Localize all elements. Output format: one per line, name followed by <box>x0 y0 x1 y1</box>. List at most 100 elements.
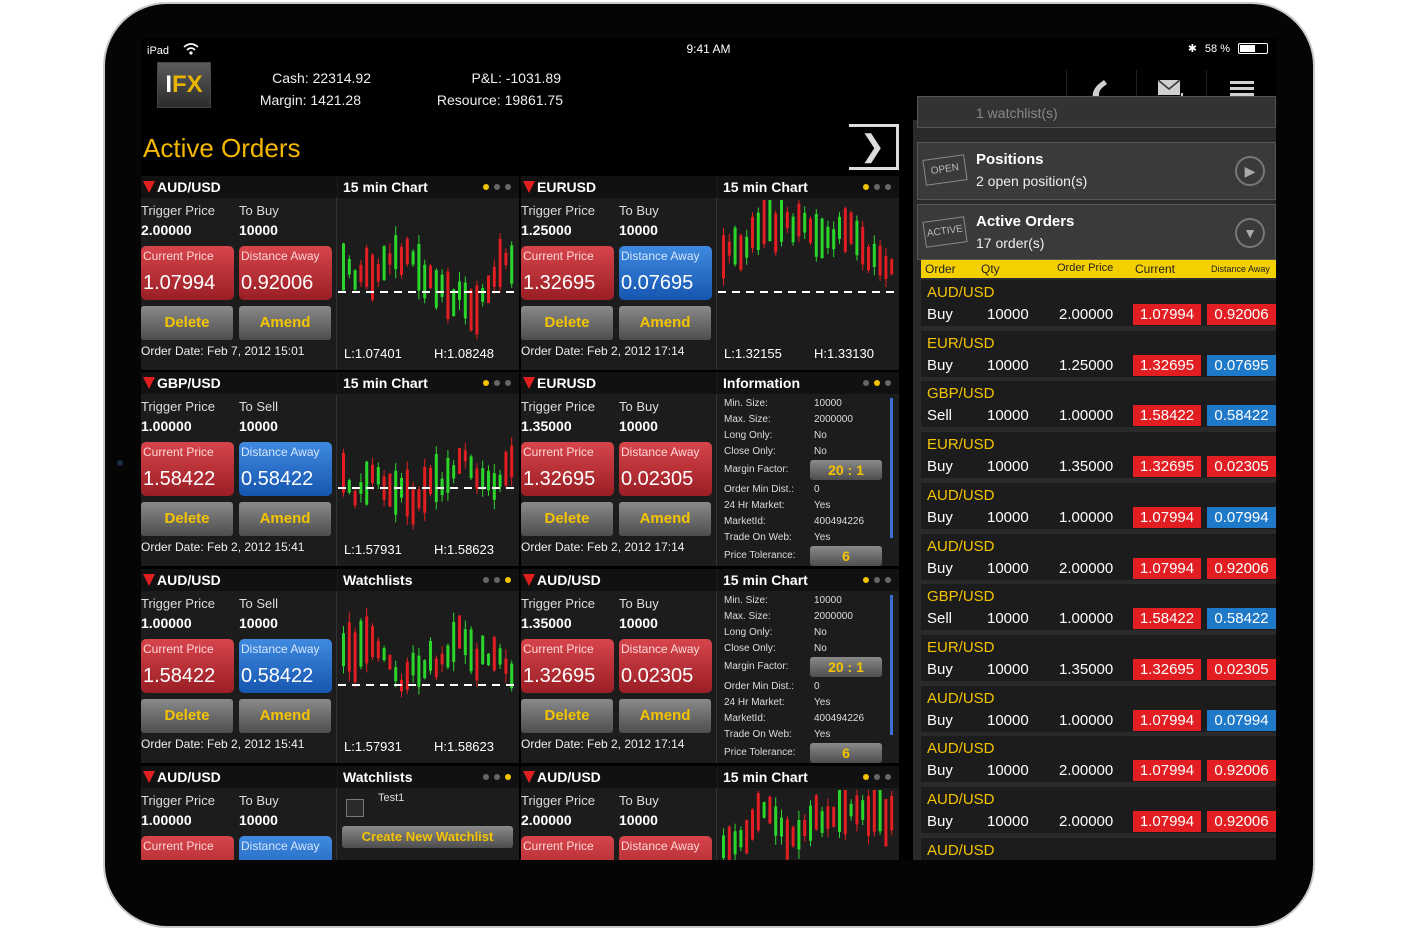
candle-body <box>492 637 496 671</box>
candlestick-chart[interactable] <box>338 593 519 741</box>
candle-body <box>469 629 473 672</box>
margin-factor-value[interactable]: 20 : 1 <box>810 657 882 677</box>
order-row[interactable]: EUR/USD Buy 10000 1.35000 1.32695 0.0230… <box>921 432 1276 481</box>
candle-body <box>814 795 818 830</box>
info-key: Order Min Dist.: <box>724 681 795 692</box>
candle-body <box>849 803 853 817</box>
order-row[interactable]: AUD/USD Buy 10000 2.00000 1.07994 0.9200… <box>921 787 1276 835</box>
trigger-value: 1.35000 <box>521 615 572 631</box>
info-row: Order Min Dist.: 0 <box>724 681 820 692</box>
scrollbar[interactable] <box>890 595 893 735</box>
candle-body <box>469 456 473 478</box>
margin-factor-value[interactable]: 20 : 1 <box>810 460 882 480</box>
order-row[interactable]: AUD/USD Buy 10000 2.00000 1.07994 0.9200… <box>921 533 1276 582</box>
order-row[interactable]: EUR/USD Buy 10000 1.35000 1.32695 0.0230… <box>921 634 1276 683</box>
amend-button[interactable]: Amend <box>239 699 331 733</box>
page-indicator[interactable] <box>483 774 511 780</box>
page-dot <box>885 774 891 780</box>
candle-body <box>510 245 514 284</box>
candlestick-chart[interactable] <box>718 200 899 348</box>
delete-button[interactable]: Delete <box>141 306 233 340</box>
order-row[interactable]: AUD/USD Buy 10000 2.00000 1.07994 0.9200… <box>921 736 1276 785</box>
battery-icon <box>1238 43 1268 54</box>
page-indicator[interactable] <box>863 380 891 386</box>
order-row[interactable]: AUD/USD <box>921 837 1276 860</box>
scrollbar[interactable] <box>890 398 893 538</box>
watchlist-checkbox[interactable] <box>346 799 364 817</box>
collapse-panel-button[interactable]: ❯ <box>849 124 899 170</box>
delete-button[interactable]: Delete <box>521 502 613 536</box>
chart-low: L:1.57931 <box>344 739 402 754</box>
amend-button[interactable]: Amend <box>619 699 711 733</box>
trigger-label: Trigger Price <box>521 793 595 808</box>
candle-body <box>417 655 421 687</box>
card-pair: AUD/USD <box>141 766 337 788</box>
current-price-value: 1.32695 <box>523 468 596 490</box>
positions-section[interactable]: OPEN Positions 2 open position(s) ▶ <box>917 142 1276 200</box>
candle-body <box>510 445 514 478</box>
bluetooth-icon: ✱ <box>1187 43 1197 55</box>
candle-body <box>353 270 357 290</box>
order-row[interactable]: AUD/USD Buy 10000 1.00000 1.07994 0.0799… <box>921 685 1276 734</box>
distance-away-label: Distance Away <box>241 642 320 656</box>
page-indicator[interactable] <box>483 577 511 583</box>
amend-button[interactable]: Amend <box>619 306 711 340</box>
candle-body <box>388 473 392 507</box>
page-indicator[interactable] <box>863 577 891 583</box>
order-distance: 0.92006 <box>1207 304 1276 325</box>
chart-low: L:1.57931 <box>344 542 402 557</box>
clock: 9:41 AM <box>686 42 731 56</box>
card-pair: AUD/USD <box>141 569 337 591</box>
order-pair: GBP/USD <box>927 588 995 606</box>
page-dot <box>505 774 511 780</box>
page-dot <box>494 184 500 190</box>
distance-away-label: Distance Away <box>241 445 320 459</box>
amend-button[interactable]: Amend <box>239 306 331 340</box>
page-indicator[interactable] <box>863 184 891 190</box>
current-price-box: Current Price <box>521 836 614 860</box>
order-current: 1.07994 <box>1133 709 1201 731</box>
candle-body <box>791 216 795 243</box>
order-price: 1.00000 <box>1059 610 1114 628</box>
info-key: 24 Hr Market: <box>724 500 785 511</box>
price-tolerance-value[interactable]: 6 <box>810 743 882 763</box>
order-row[interactable]: GBP/USD Sell 10000 1.00000 1.58422 0.584… <box>921 584 1276 633</box>
info-value: No <box>814 643 827 654</box>
candle-body <box>803 819 807 837</box>
card-pair: AUD/USD <box>521 766 717 788</box>
active-orders-section[interactable]: ACTIVE Active Orders 17 order(s) ▼ <box>917 204 1276 260</box>
amend-button[interactable]: Amend <box>619 502 711 536</box>
delete-button[interactable]: Delete <box>521 306 613 340</box>
amount-value: 10000 <box>619 812 658 828</box>
create-watchlist-button[interactable]: Create New Watchlist <box>342 826 513 848</box>
order-row[interactable]: GBP/USD Sell 10000 1.00000 1.58422 0.584… <box>921 381 1276 430</box>
page-indicator[interactable] <box>483 380 511 386</box>
candlestick-chart[interactable] <box>718 790 899 860</box>
candle-body <box>492 473 496 500</box>
order-pair: AUD/USD <box>927 791 995 808</box>
order-row[interactable]: AUD/USD Buy 10000 1.00000 1.07994 0.0799… <box>921 482 1276 531</box>
order-row[interactable]: EUR/USD Buy 10000 1.25000 1.32695 0.0769… <box>921 330 1276 379</box>
amend-button[interactable]: Amend <box>239 502 331 536</box>
candle-body <box>780 200 783 242</box>
chevron-down-icon[interactable]: ▼ <box>1235 218 1265 248</box>
chevron-right-icon[interactable]: ▶ <box>1235 156 1265 186</box>
info-key: Trade On Web: <box>724 532 792 543</box>
panel-title: Watchlists <box>338 569 519 591</box>
page-indicator[interactable] <box>863 774 891 780</box>
candlestick-chart[interactable] <box>338 200 519 348</box>
watchlists-section[interactable]: 1 watchlist(s) <box>917 96 1276 128</box>
delete-button[interactable]: Delete <box>141 502 233 536</box>
info-value: 2000000 <box>814 414 853 425</box>
delete-button[interactable]: Delete <box>141 699 233 733</box>
order-row[interactable]: AUD/USD Buy 10000 2.00000 1.07994 0.9200… <box>921 280 1276 328</box>
price-tolerance-value[interactable]: 6 <box>810 546 882 566</box>
order-qty: 10000 <box>987 306 1029 323</box>
page-dot <box>874 184 880 190</box>
distance-away-box: Distance Away 0.92006 <box>239 246 332 300</box>
candlestick-chart[interactable] <box>338 396 519 544</box>
candle-body <box>751 216 754 249</box>
order-qty: 10000 <box>987 559 1029 577</box>
page-indicator[interactable] <box>483 184 511 190</box>
delete-button[interactable]: Delete <box>521 699 613 733</box>
